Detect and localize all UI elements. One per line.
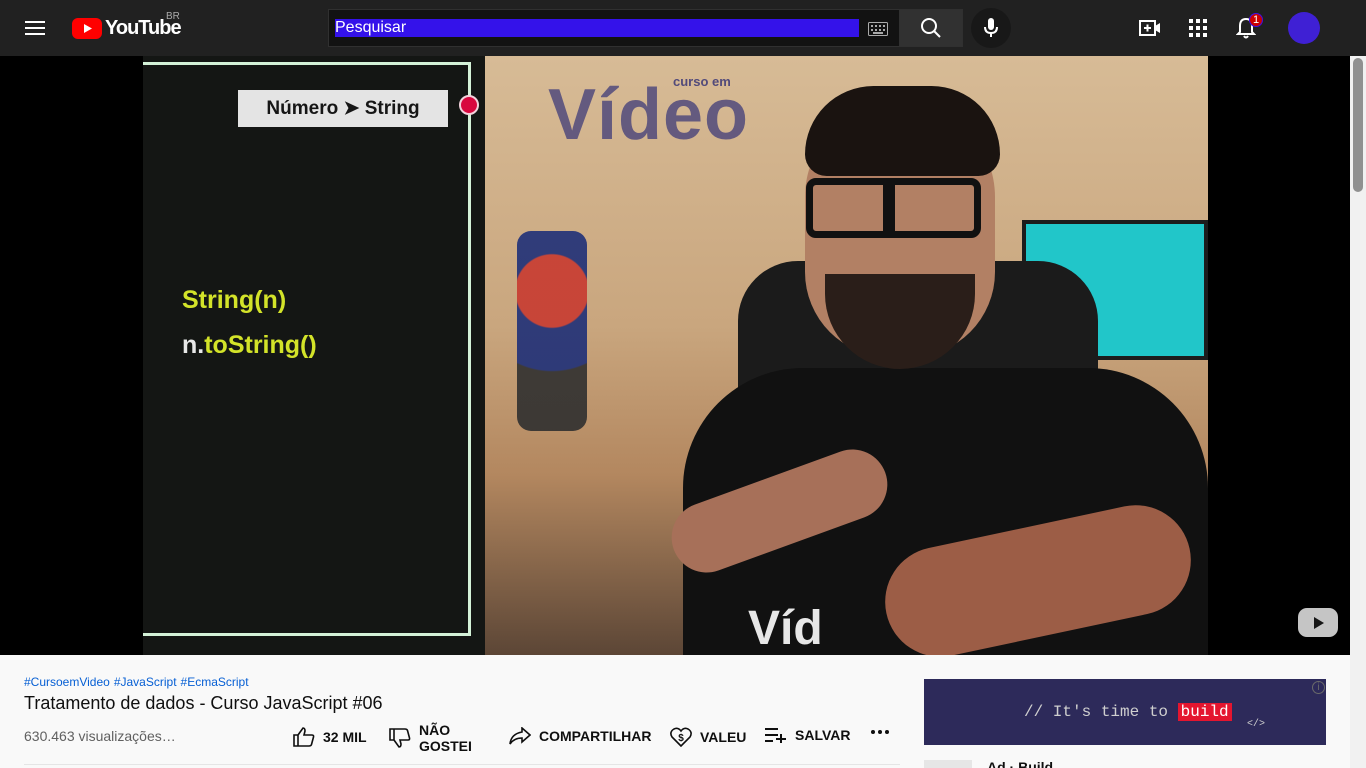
code-slate-overlay: Número ➤ String String(n) n.toString() [143,56,485,655]
code-line-string-n: String(n) [182,286,287,314]
hashtag-link[interactable]: #CursoemVideo [24,675,110,689]
avatar[interactable] [1288,12,1320,44]
share-button[interactable]: COMPARTILHAR [509,727,652,745]
video-frame[interactable]: curso em Vídeo Víd Número ➤ String Strin… [143,56,1208,655]
share-icon [509,727,531,745]
thumbs-up-icon [293,727,315,747]
like-button[interactable]: 32 MIL [293,727,367,747]
notification-count-badge: 1 [1249,13,1263,27]
dislike-button[interactable]: NÃO GOSTEI [389,722,475,754]
search-box [328,9,899,47]
hashtags: #CursoemVideo #JavaScript #EcmaScript [24,675,253,689]
code-line-tostring: n.toString() [182,331,317,360]
ad-info-icon[interactable]: i [1312,681,1325,694]
shirt-logo-text: Víd [748,602,823,655]
youtube-watermark-icon[interactable] [1298,608,1338,637]
thumbs-down-icon [389,728,411,748]
slate-dot-marker [459,95,479,115]
thanks-label: VALEU [700,729,747,745]
apps-button[interactable] [1178,8,1218,48]
scrollbar-thumb[interactable] [1353,58,1363,192]
more-actions-button[interactable] [870,729,898,735]
robot-toy [517,231,587,431]
save-label: SALVAR [795,727,851,743]
create-video-button[interactable] [1130,8,1170,48]
youtube-logo[interactable]: YouTube BR [72,11,182,41]
view-count[interactable]: 630.463 visualizações… [24,728,176,744]
ad-code-tag: </> [1247,719,1266,730]
thanks-button[interactable]: $ VALEU [670,727,746,747]
playlist-add-icon [765,728,786,743]
share-label: COMPARTILHAR [539,728,652,744]
ad-text-prefix: // It's time to [1024,703,1178,721]
notifications-button[interactable]: 1 [1226,8,1266,48]
hashtag-link[interactable]: #EcmaScript [181,675,249,689]
ad-thumbnail[interactable] [924,760,972,768]
like-count: 32 MIL [323,729,367,745]
wall-sign-text: Vídeo [548,75,750,155]
menu-button[interactable] [16,8,56,48]
hamburger-icon [25,21,45,35]
ad-text-highlight: build [1177,703,1232,721]
search-input[interactable] [329,10,859,46]
hashtag-link[interactable]: #JavaScript [114,675,177,689]
create-video-icon [1139,20,1160,36]
more-dots-icon [871,730,889,734]
code-line-method: toString() [204,331,317,359]
ad-title[interactable]: Ad · Build [987,759,1053,768]
video-title: Tratamento de dados - Curso JavaScript #… [24,693,383,713]
mic-icon [984,18,998,37]
heart-dollar-icon: $ [670,727,692,747]
ad-text: // It's time to build [1024,703,1232,721]
ad-banner[interactable]: // It's time to build </> [924,679,1326,745]
info-divider [24,764,900,765]
slate-caption: Número ➤ String [238,90,448,127]
keyboard-icon[interactable] [867,18,889,40]
glasses-bridge [883,178,895,238]
presenter-hair [805,86,1000,176]
masthead: YouTube BR 1 [0,0,1366,56]
page-scrollbar[interactable] [1350,56,1366,768]
dislike-label: NÃO GOSTEI [419,722,472,754]
apps-grid-icon [1189,19,1207,37]
search-icon [921,18,941,38]
video-player[interactable]: curso em Vídeo Víd Número ➤ String Strin… [0,56,1350,655]
svg-text:$: $ [678,733,684,744]
search-button[interactable] [899,9,963,47]
country-code: BR [166,11,180,22]
voice-search-button[interactable] [971,8,1011,48]
code-line-prefix: n. [182,331,205,359]
save-button[interactable]: SALVAR [765,727,850,743]
youtube-play-logo-icon [72,17,102,39]
